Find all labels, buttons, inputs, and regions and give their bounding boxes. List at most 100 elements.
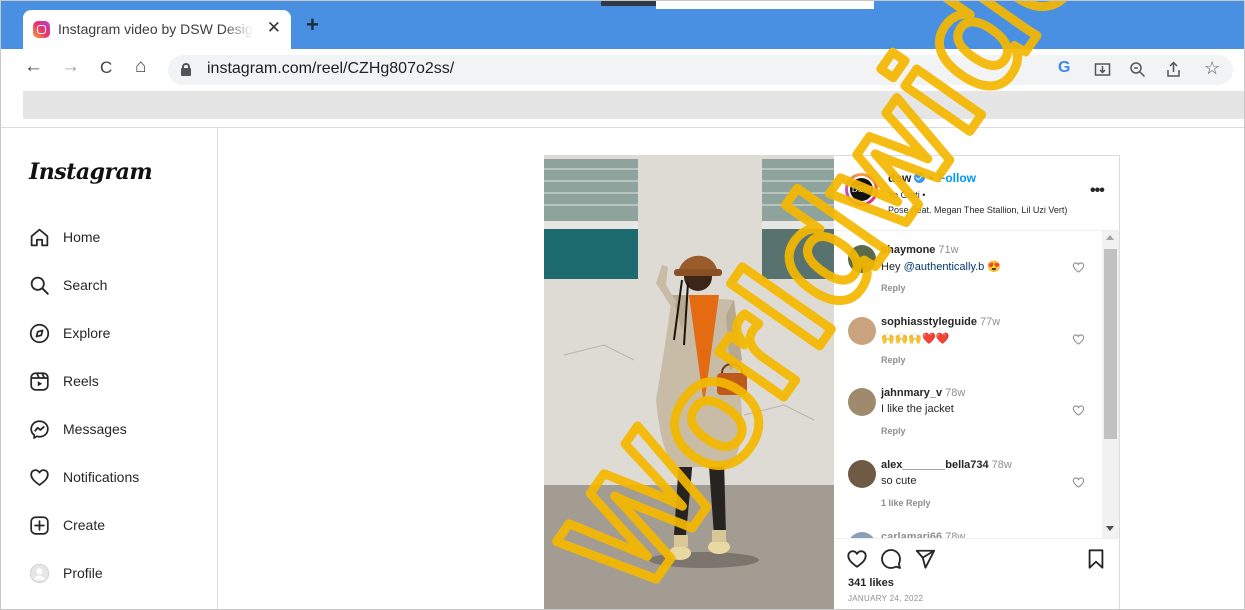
like-count-and-reply[interactable]: 1 like Reply [881, 498, 931, 508]
zoom-icon[interactable] [1129, 61, 1146, 78]
commenter-avatar[interactable] [848, 317, 876, 345]
dsw-avatar-text: DSW [848, 176, 875, 203]
reels-icon [30, 372, 49, 391]
instagram-favicon-icon [33, 21, 50, 38]
sidebar-item-label: Notifications [63, 469, 140, 485]
comments-list: shaymone 71w Hey @authentically.b 😍 Reply… [834, 231, 1102, 538]
tab-title: Instagram video by DSW Designer Shoe War… [58, 21, 253, 37]
sidebar-item-explore[interactable]: Explore [29, 323, 199, 349]
bookmark-star-icon[interactable]: ☆ [1204, 59, 1220, 77]
sidebar-item-label: Create [63, 517, 106, 533]
commenter-avatar[interactable] [848, 460, 876, 488]
reply-button[interactable]: Reply [881, 355, 906, 365]
browser-toolbar: ← → C ⌂ instagram.com/reel/CZHg807o2ss/ … [1, 49, 1244, 91]
post-date: JANUARY 24, 2022 [848, 594, 924, 603]
compass-icon [29, 323, 50, 344]
account-username[interactable]: dsw [888, 171, 911, 185]
messenger-icon [30, 420, 49, 440]
url-text[interactable]: instagram.com/reel/CZHg807o2ss/ [207, 60, 454, 78]
sidebar-item-label: Profile [63, 565, 103, 581]
sidebar-item-search[interactable]: Search [29, 275, 199, 301]
comment-item: shaymone 71w Hey @authentically.b 😍 Reply [848, 239, 1088, 305]
sidebar-item-create[interactable]: Create [29, 515, 199, 541]
bookmarks-bar [23, 91, 1244, 119]
dsw-account-avatar[interactable]: DSW [845, 173, 878, 206]
new-tab-button[interactable]: + [306, 14, 319, 36]
sidebar-item-label: Home [63, 229, 101, 245]
comment-username[interactable]: jahnmary_v 78w [881, 387, 965, 399]
home-page-icon[interactable]: ⌂ [135, 57, 146, 76]
scroll-down-arrow-icon[interactable] [1106, 526, 1114, 531]
instagram-logo[interactable]: Instagram [29, 159, 153, 185]
active-tab[interactable]: Instagram video by DSW Designer Shoe War… [23, 10, 291, 49]
google-icon[interactable]: G [1058, 60, 1070, 76]
install-app-icon[interactable] [1094, 61, 1111, 78]
sidebar-item-reels[interactable]: Reels [29, 371, 199, 397]
comment-username[interactable]: alex_______bella734 78w [881, 459, 1012, 471]
like-comment-heart-icon[interactable] [1072, 333, 1085, 346]
comment-time: 78w [991, 459, 1012, 471]
reel-video[interactable] [544, 155, 834, 609]
tab-strip: Instagram video by DSW Designer Shoe War… [1, 1, 1244, 49]
sidebar-item-profile[interactable]: Profile [29, 563, 199, 589]
plus-square-icon [30, 516, 49, 535]
lock-icon[interactable] [181, 63, 191, 76]
like-comment-heart-icon[interactable] [1072, 261, 1085, 274]
instagram-sidebar: Instagram Home Search Explore Reels Mess… [1, 128, 218, 609]
back-arrow-icon[interactable]: ← [24, 57, 43, 76]
sidebar-item-label: Reels [63, 373, 99, 389]
separator-dot: • [929, 171, 934, 185]
reply-button[interactable]: Reply [881, 426, 906, 436]
comment-text: 🙌🙌🙌❤️❤️ [881, 333, 950, 345]
tab-strip-divider [601, 1, 656, 6]
tab-strip-highlight [656, 1, 874, 9]
share-icon[interactable] [1165, 61, 1182, 78]
comment-item: jahnmary_v 78w I like the jacket Reply [848, 382, 1088, 448]
share-paper-plane-icon[interactable] [914, 548, 936, 570]
music-artist[interactable]: Yo Gotti • [888, 190, 1078, 200]
comment-bubble-icon[interactable] [880, 548, 902, 570]
verified-badge-icon [914, 172, 925, 183]
scroll-thumb[interactable] [1104, 249, 1117, 439]
comment-item: carlamari66 78w [848, 526, 1088, 538]
comments-scrollbar[interactable] [1102, 231, 1119, 538]
comment-text: I like the jacket [881, 403, 954, 415]
tab-close-button[interactable]: ✕ [267, 19, 281, 36]
sidebar-item-notifications[interactable]: Notifications [29, 467, 199, 493]
more-options-button[interactable]: ••• [1090, 183, 1105, 199]
scroll-up-arrow-icon[interactable] [1106, 235, 1114, 240]
like-heart-icon[interactable] [846, 548, 868, 570]
sidebar-item-label: Messages [63, 421, 127, 437]
reload-icon[interactable]: C [100, 59, 112, 76]
forward-arrow-icon[interactable]: → [61, 57, 80, 76]
sidebar-item-messages[interactable]: Messages [29, 419, 199, 445]
comment-mention[interactable]: @authentically.b [904, 261, 985, 273]
sidebar-item-label: Explore [63, 325, 111, 341]
reel-photo-image [544, 155, 834, 609]
comment-text: Hey @authentically.b 😍 [881, 261, 1002, 273]
sidebar-item-label: Search [63, 277, 108, 293]
commenter-avatar[interactable] [848, 245, 876, 273]
like-comment-heart-icon[interactable] [1072, 476, 1085, 489]
save-bookmark-icon[interactable] [1085, 548, 1107, 570]
browser-window: Instagram video by DSW Designer Shoe War… [0, 0, 1245, 610]
search-icon [30, 276, 49, 295]
post-details-panel: DSW dsw • Follow Yo Gotti • Pose (feat. … [834, 155, 1120, 609]
comment-username[interactable]: sophiasstyleguide 77w [881, 316, 1000, 328]
music-title[interactable]: Pose (feat. Megan Thee Stallion, Lil Uzi… [888, 205, 1078, 215]
likes-count[interactable]: 341 likes [848, 577, 894, 589]
comment-username[interactable]: shaymone 71w [881, 244, 959, 256]
comment-username[interactable]: carlamari66 78w [881, 531, 965, 538]
follow-button[interactable]: Follow [938, 171, 976, 185]
comment-item: alex_______bella734 78w so cute 1 like Re… [848, 454, 1088, 520]
commenter-avatar[interactable] [848, 388, 876, 416]
like-comment-heart-icon[interactable] [1072, 404, 1085, 417]
sidebar-item-home[interactable]: Home [29, 227, 199, 253]
profile-avatar-icon [29, 563, 50, 584]
comment-time: 77w [979, 316, 1001, 328]
comment-text: so cute [881, 475, 917, 487]
address-bar[interactable]: instagram.com/reel/CZHg807o2ss/ G ☆ [168, 55, 1233, 85]
comment-time: 71w [938, 244, 959, 256]
comment-time: 78w [945, 531, 966, 538]
reply-button[interactable]: Reply [881, 283, 906, 293]
